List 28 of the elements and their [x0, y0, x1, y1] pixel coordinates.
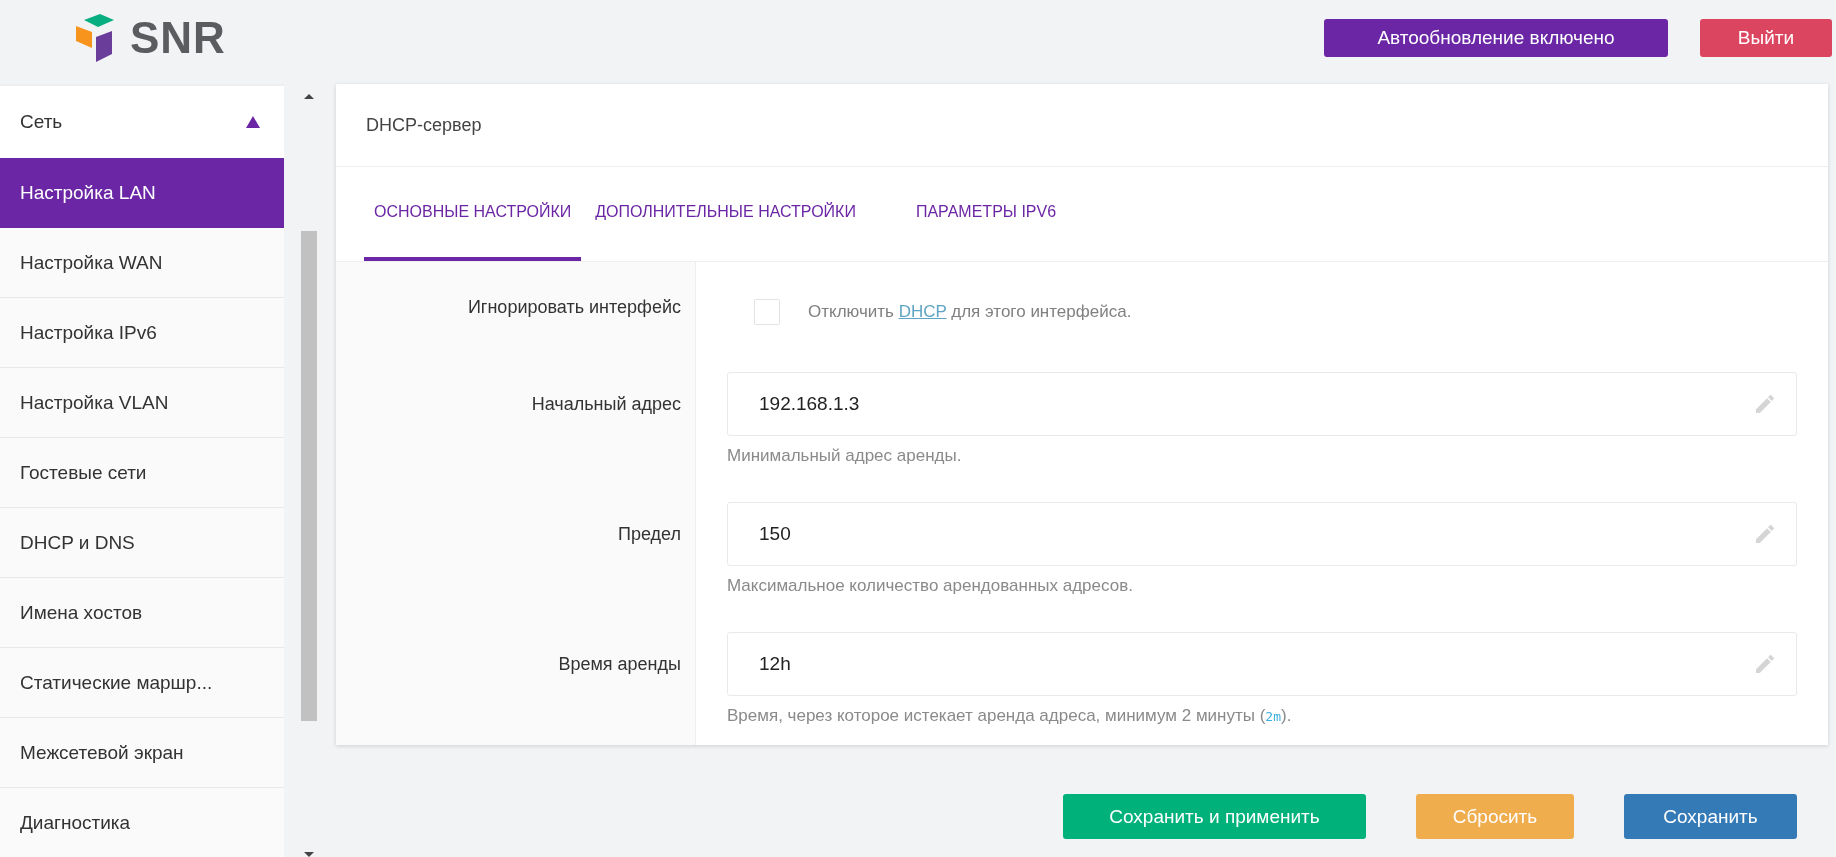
tab[interactable]: ДОПОЛНИТЕЛЬНЫЕ НАСТРОЙКИ: [585, 167, 866, 261]
input-field[interactable]: 150: [727, 502, 1797, 566]
field-hint: Время, через которое истекает аренда адреса, минимум 2 минуты (2m).: [727, 705, 1293, 727]
card-title: DHCP-сервер: [366, 114, 482, 136]
scrollbar-thumb[interactable]: [301, 231, 317, 721]
edit-icon: [1756, 395, 1774, 413]
field-label: Игнорировать интерфейс: [467, 297, 681, 317]
input-field[interactable]: 192.168.1.3: [727, 372, 1797, 436]
field-label: Начальный адрес: [531, 394, 681, 414]
sidebar-section[interactable]: Сеть: [0, 86, 284, 158]
logo-text: SNR: [130, 16, 226, 60]
checkbox-description: Отключить DHCP для этого интерфейса.: [808, 302, 1132, 322]
save-button[interactable]: Сохранить: [1624, 794, 1797, 839]
checkbox[interactable]: [754, 299, 780, 325]
edit-icon: [1756, 525, 1774, 543]
field-hint: Минимальный адрес аренды.: [727, 445, 963, 467]
logout-button[interactable]: Выйти: [1700, 19, 1832, 57]
field-label: Время аренды: [558, 654, 681, 674]
input-field[interactable]: 12h: [727, 632, 1797, 696]
scroll-down-icon[interactable]: [304, 852, 314, 857]
edit-icon: [1756, 655, 1774, 673]
field-hint: Максимальное количество арендованных адресов.: [727, 575, 1134, 597]
field-label: Предел: [618, 524, 681, 544]
sidebar-item[interactable]: Настройка LAN: [0, 158, 284, 228]
collapse-triangle-icon: [246, 116, 260, 128]
auto-update-button[interactable]: Автообновление включено: [1324, 19, 1668, 57]
scroll-up-icon[interactable]: [304, 94, 314, 99]
tab[interactable]: ПАРАМЕТРЫ IPV6: [905, 167, 1067, 261]
